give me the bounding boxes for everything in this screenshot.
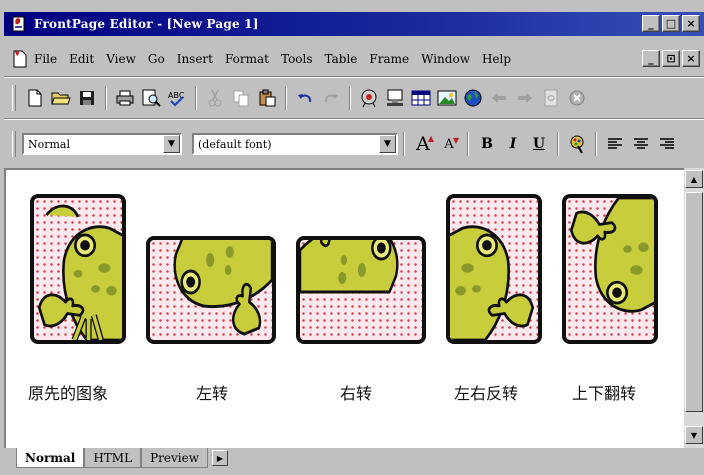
increase-font-button[interactable]: A ▲ xyxy=(410,131,436,157)
chevron-down-icon[interactable]: ▼ xyxy=(379,135,396,153)
toolbar-separator xyxy=(467,132,469,156)
tab-html[interactable]: HTML xyxy=(84,448,142,468)
font-dropdown-value: (default font) xyxy=(198,137,272,151)
globe-icon[interactable] xyxy=(460,85,486,111)
menu-edit[interactable]: Edit xyxy=(69,52,94,66)
caption-flip-vertical: 上下翻转 xyxy=(572,384,637,403)
spelling-icon[interactable]: ABC xyxy=(164,85,190,111)
underline-button[interactable]: U xyxy=(526,131,552,157)
text-color-icon[interactable] xyxy=(564,131,590,157)
scroll-down-icon[interactable]: ▼ xyxy=(685,426,703,444)
minimize-button[interactable]: _ xyxy=(642,15,660,32)
toolbar-separator xyxy=(105,86,107,110)
toolbar-grip[interactable] xyxy=(12,85,16,111)
menu-help[interactable]: Help xyxy=(482,52,511,66)
caption-flip-horizontal: 左右反转 xyxy=(454,384,519,403)
close-button[interactable]: × xyxy=(682,15,700,32)
window-controls: _ □ × xyxy=(642,15,700,32)
print-preview-icon[interactable] xyxy=(138,85,164,111)
frog-image-flipped-horizontal[interactable] xyxy=(446,194,542,344)
frog-image-original[interactable] xyxy=(30,194,126,344)
standard-toolbar: ABC xyxy=(4,80,704,116)
menu-tools[interactable]: Tools xyxy=(281,52,313,66)
menu-format[interactable]: Format xyxy=(225,52,269,66)
explorer-icon[interactable] xyxy=(382,85,408,111)
toolbar-separator xyxy=(595,132,597,156)
bold-button[interactable]: B xyxy=(474,131,500,157)
frog-figure xyxy=(37,204,122,340)
cut-icon[interactable] xyxy=(202,85,228,111)
scroll-up-icon[interactable]: ▲ xyxy=(685,170,703,188)
undo-icon[interactable] xyxy=(292,85,318,111)
toolbar-grip[interactable] xyxy=(12,131,16,157)
title-bar[interactable]: FrontPage Editor - [New Page 1] _ □ × xyxy=(4,12,704,36)
arrow-down-icon: ▼ xyxy=(452,136,459,145)
tab-preview[interactable]: Preview xyxy=(141,448,208,468)
toolbar-separator xyxy=(195,86,197,110)
caption-original: 原先的图象 xyxy=(28,384,109,403)
style-dropdown[interactable]: Normal ▼ xyxy=(22,133,182,155)
open-folder-icon[interactable] xyxy=(48,85,74,111)
frontpage-editor-window: FrontPage Editor - [New Page 1] _ □ × Fi… xyxy=(0,0,704,475)
tab-normal[interactable]: Normal xyxy=(16,448,85,468)
insert-image-icon[interactable] xyxy=(434,85,460,111)
toolbar-separator xyxy=(349,86,351,110)
caption-rotate-left: 左转 xyxy=(196,384,229,403)
document-controls: _ ⊡ × xyxy=(642,50,700,67)
window-title: FrontPage Editor - [New Page 1] xyxy=(34,17,259,31)
toolbar-separator xyxy=(557,132,559,156)
view-tab-bar: Normal HTML Preview ▶ xyxy=(4,448,704,475)
editor-content-area[interactable]: 原先的图象 左转 右转 左右反转 上下翻转 xyxy=(4,168,684,448)
menu-file[interactable]: File xyxy=(34,52,57,66)
align-center-icon[interactable] xyxy=(628,131,654,157)
refresh-icon[interactable] xyxy=(538,85,564,111)
tab-scroll-right-icon[interactable]: ▶ xyxy=(211,450,228,466)
menu-view[interactable]: View xyxy=(106,52,136,66)
menu-window[interactable]: Window xyxy=(421,52,470,66)
style-dropdown-value: Normal xyxy=(28,137,71,151)
toolbar-divider xyxy=(4,118,704,120)
scroll-thumb[interactable] xyxy=(685,192,703,412)
redo-icon[interactable] xyxy=(318,85,344,111)
format-toolbar: Normal ▼ (default font) ▼ A ▲ A ▼ B I U xyxy=(4,126,704,162)
frog-image-rotated-left[interactable] xyxy=(146,236,276,344)
toolbar-separator xyxy=(403,132,405,156)
copy-icon[interactable] xyxy=(228,85,254,111)
caption-rotate-right: 右转 xyxy=(340,384,373,403)
frog-image-flipped-vertical[interactable] xyxy=(562,194,658,344)
align-right-icon[interactable] xyxy=(654,131,680,157)
document-icon[interactable] xyxy=(12,50,28,68)
menu-go[interactable]: Go xyxy=(148,52,165,66)
arrow-up-icon: ▲ xyxy=(427,134,434,143)
back-arrow-icon[interactable] xyxy=(486,85,512,111)
doc-minimize-button[interactable]: _ xyxy=(642,50,660,67)
menu-insert[interactable]: Insert xyxy=(177,52,213,66)
menu-table[interactable]: Table xyxy=(325,52,358,66)
toolbar-divider xyxy=(4,76,704,78)
frog-image-rotated-right[interactable] xyxy=(296,236,426,344)
insert-table-icon[interactable] xyxy=(408,85,434,111)
decrease-font-button[interactable]: A ▼ xyxy=(436,131,462,157)
chevron-down-icon[interactable]: ▼ xyxy=(163,135,180,153)
font-dropdown[interactable]: (default font) ▼ xyxy=(192,133,398,155)
align-left-icon[interactable] xyxy=(602,131,628,157)
save-icon[interactable] xyxy=(74,85,100,111)
paste-icon[interactable] xyxy=(254,85,280,111)
print-icon[interactable] xyxy=(112,85,138,111)
webbot-icon[interactable] xyxy=(356,85,382,111)
doc-close-button[interactable]: × xyxy=(682,50,700,67)
toolbar-separator xyxy=(285,86,287,110)
maximize-button[interactable]: □ xyxy=(662,15,680,32)
italic-button[interactable]: I xyxy=(500,131,526,157)
menu-frame[interactable]: Frame xyxy=(369,52,409,66)
frontpage-app-icon xyxy=(10,15,28,33)
menu-bar: File Edit View Go Insert Format Tools Ta… xyxy=(4,44,704,74)
new-page-icon[interactable] xyxy=(22,85,48,111)
stop-icon[interactable] xyxy=(564,85,590,111)
vertical-scrollbar[interactable]: ▲ ▼ xyxy=(684,168,704,448)
forward-arrow-icon[interactable] xyxy=(512,85,538,111)
doc-restore-button[interactable]: ⊡ xyxy=(662,50,680,67)
